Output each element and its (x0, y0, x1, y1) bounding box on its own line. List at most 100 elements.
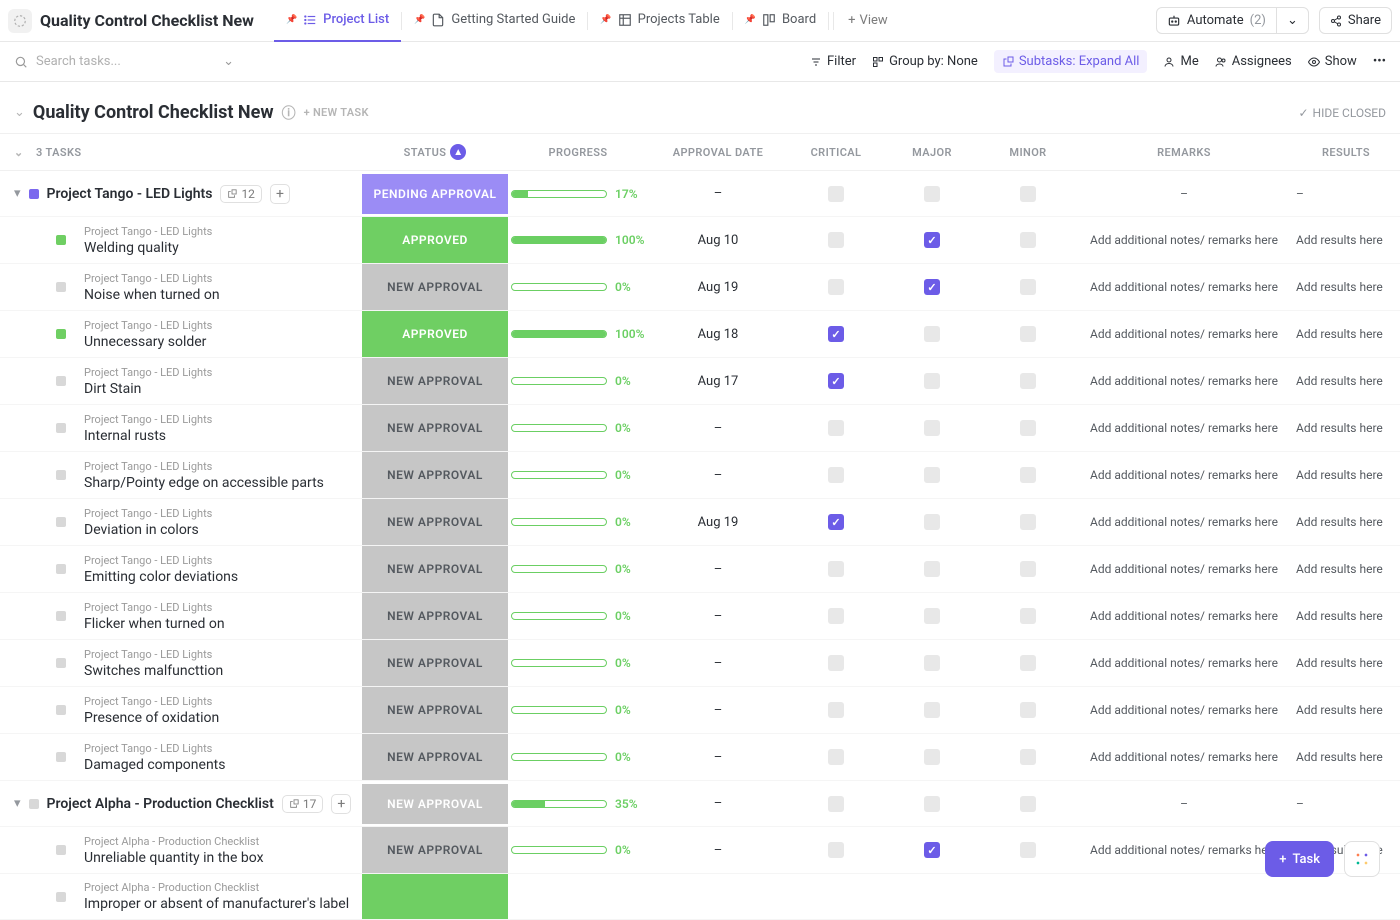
checkbox[interactable] (1020, 608, 1036, 624)
checkbox[interactable] (924, 467, 940, 483)
remarks-cell[interactable]: – (1076, 797, 1292, 811)
add-subtask-button[interactable]: + (331, 794, 351, 814)
checkbox[interactable] (1020, 561, 1036, 577)
checkbox[interactable] (828, 326, 844, 342)
checkbox[interactable] (924, 796, 940, 812)
approval-cell[interactable]: – (648, 843, 788, 858)
project-title[interactable]: Quality Control Checklist New (40, 11, 254, 30)
task-row[interactable]: Project Tango - LED LightsPresence of ox… (0, 687, 1400, 734)
checkbox[interactable] (924, 655, 940, 671)
col-status[interactable]: STATUS ▲ (362, 144, 508, 160)
checkbox[interactable] (828, 561, 844, 577)
subtask-count[interactable]: 17 (282, 795, 324, 813)
remarks-cell[interactable]: Add additional notes/ remarks here (1076, 515, 1292, 529)
info-icon[interactable]: ⓘ (282, 103, 296, 123)
results-cell[interactable]: Add results here (1292, 421, 1400, 435)
status-cell[interactable]: NEW APPROVAL (362, 687, 508, 733)
checkbox[interactable] (924, 561, 940, 577)
checkbox[interactable] (1020, 749, 1036, 765)
checkbox[interactable] (828, 749, 844, 765)
new-task-floating-button[interactable]: + Task (1265, 841, 1334, 877)
checkbox[interactable] (1020, 326, 1036, 342)
remarks-cell[interactable]: Add additional notes/ remarks here (1076, 374, 1292, 388)
show-button[interactable]: Show (1308, 54, 1357, 69)
remarks-cell[interactable]: Add additional notes/ remarks here (1076, 656, 1292, 670)
hide-closed-button[interactable]: ✓ HIDE CLOSED (1298, 106, 1386, 120)
task-row[interactable]: Project Tango - LED LightsInternal rusts… (0, 405, 1400, 452)
task-row[interactable]: Project Tango - LED LightsSharp/Pointy e… (0, 452, 1400, 499)
status-cell[interactable]: NEW APPROVAL (362, 499, 508, 545)
checkbox[interactable] (828, 232, 844, 248)
remarks-cell[interactable]: Add additional notes/ remarks here (1076, 468, 1292, 482)
checkbox[interactable] (1020, 186, 1036, 202)
assignees-button[interactable]: Assignees (1215, 54, 1292, 69)
status-cell[interactable]: NEW APPROVAL (362, 264, 508, 310)
col-critical[interactable]: CRITICAL (788, 146, 884, 159)
group-row[interactable]: ▾Project Tango - LED Lights12+PENDING AP… (0, 171, 1400, 217)
checkbox[interactable] (1020, 655, 1036, 671)
task-row[interactable]: Project Alpha - Production ChecklistUnre… (0, 827, 1400, 874)
task-row[interactable]: Project Tango - LED LightsNoise when tur… (0, 264, 1400, 311)
results-cell[interactable]: Add results here (1292, 750, 1400, 764)
approval-cell[interactable]: Aug 18 (648, 327, 788, 342)
checkbox[interactable] (828, 279, 844, 295)
approval-cell[interactable]: – (648, 703, 788, 718)
approval-cell[interactable]: Aug 10 (648, 233, 788, 248)
new-task-button[interactable]: + NEW TASK (304, 106, 369, 119)
checkbox[interactable] (924, 702, 940, 718)
checkbox[interactable] (828, 514, 844, 530)
checkbox[interactable] (924, 514, 940, 530)
results-cell[interactable]: Add results here (1292, 374, 1400, 388)
results-cell[interactable]: Add results here (1292, 609, 1400, 623)
col-approval[interactable]: APPROVAL DATE (648, 146, 788, 159)
remarks-cell[interactable]: Add additional notes/ remarks here (1076, 280, 1292, 294)
status-cell[interactable]: NEW APPROVAL (362, 452, 508, 498)
approval-cell[interactable]: – (648, 656, 788, 671)
approval-cell[interactable]: Aug 19 (648, 280, 788, 295)
view-tab-getting-started-guide[interactable]: 📌Getting Started Guide (402, 0, 587, 42)
remarks-cell[interactable]: Add additional notes/ remarks here (1076, 562, 1292, 576)
remarks-cell[interactable]: Add additional notes/ remarks here (1076, 327, 1292, 341)
task-row[interactable]: Project Tango - LED LightsDeviation in c… (0, 499, 1400, 546)
checkbox[interactable] (924, 186, 940, 202)
checkbox[interactable] (828, 608, 844, 624)
checkbox[interactable] (828, 373, 844, 389)
checkbox[interactable] (1020, 232, 1036, 248)
checkbox[interactable] (1020, 467, 1036, 483)
status-cell[interactable]: NEW APPROVAL (362, 827, 508, 873)
status-cell[interactable]: NEW APPROVAL (362, 734, 508, 780)
more-button[interactable]: ••• (1373, 54, 1386, 69)
approval-cell[interactable]: – (648, 186, 788, 201)
task-row[interactable]: Project Alpha - Production ChecklistImpr… (0, 874, 1400, 920)
remarks-cell[interactable]: Add additional notes/ remarks here (1076, 703, 1292, 717)
automate-dropdown[interactable]: ⌄ (1277, 8, 1308, 33)
status-cell[interactable]: NEW APPROVAL (362, 593, 508, 639)
col-major[interactable]: MAJOR (884, 146, 980, 159)
view-tab-project-list[interactable]: 📌Project List (274, 0, 401, 42)
results-cell[interactable]: Add results here (1292, 468, 1400, 482)
approval-cell[interactable]: Aug 17 (648, 374, 788, 389)
approval-cell[interactable]: – (648, 468, 788, 483)
approval-cell[interactable]: – (648, 562, 788, 577)
checkbox[interactable] (1020, 420, 1036, 436)
results-cell[interactable]: Add results here (1292, 656, 1400, 670)
me-button[interactable]: Me (1163, 54, 1198, 69)
task-row[interactable]: Project Tango - LED LightsDamaged compon… (0, 734, 1400, 781)
approval-cell[interactable]: – (648, 609, 788, 624)
checkbox[interactable] (924, 279, 940, 295)
remarks-cell[interactable]: Add additional notes/ remarks here (1076, 233, 1292, 247)
chevron-down-icon[interactable]: ⌄ (223, 54, 234, 69)
status-cell[interactable]: APPROVED (362, 217, 508, 263)
checkbox[interactable] (924, 373, 940, 389)
checkbox[interactable] (828, 796, 844, 812)
checkbox[interactable] (828, 467, 844, 483)
checkbox[interactable] (1020, 796, 1036, 812)
remarks-cell[interactable]: Add additional notes/ remarks here (1076, 609, 1292, 623)
checkbox[interactable] (828, 420, 844, 436)
task-row[interactable]: Project Tango - LED LightsDirt StainNEW … (0, 358, 1400, 405)
checkbox[interactable] (1020, 279, 1036, 295)
status-cell[interactable]: NEW APPROVAL (362, 358, 508, 404)
checkbox[interactable] (924, 232, 940, 248)
view-tab-board[interactable]: 📌Board (733, 0, 828, 42)
checkbox[interactable] (924, 608, 940, 624)
